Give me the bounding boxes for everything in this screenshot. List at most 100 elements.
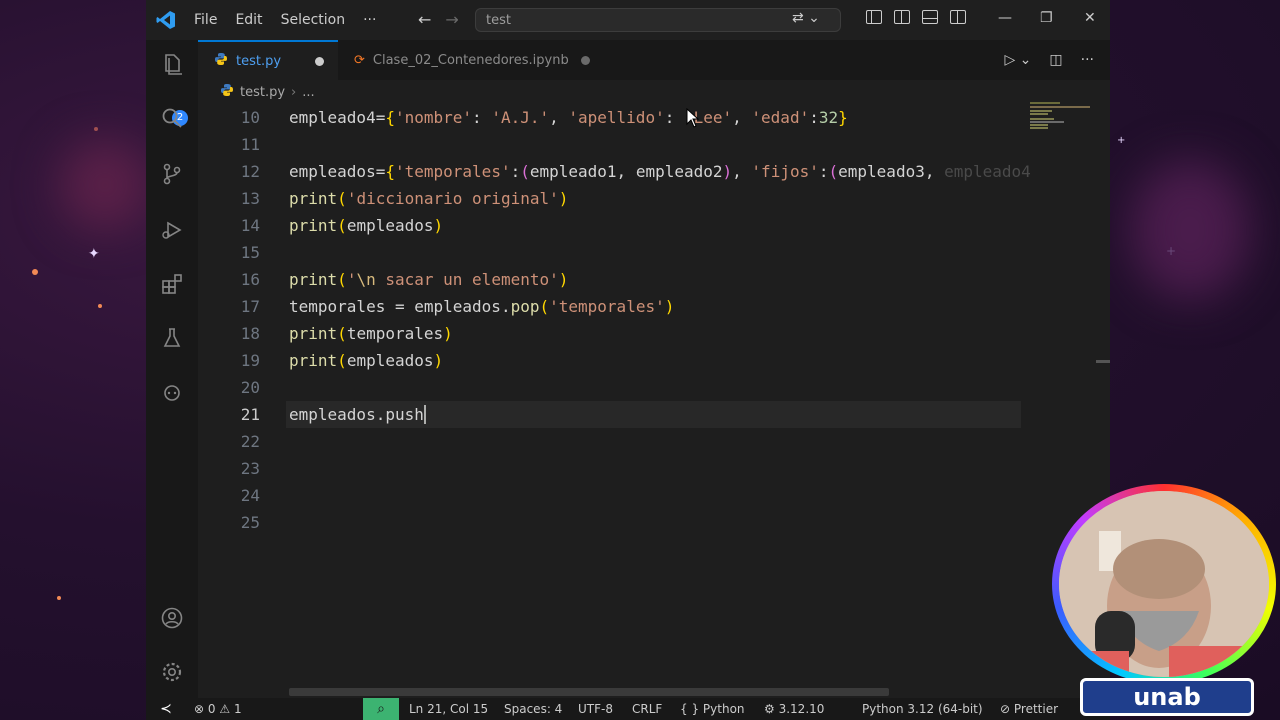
token: empleados [346,216,434,235]
tab-clase-02-notebook[interactable]: ⟳ Clase_02_Contenedores.ipynb [338,40,602,80]
forward-arrow-icon[interactable]: → [445,10,458,29]
vertical-scrollbar[interactable] [1096,360,1110,363]
sparkle: + [1166,244,1177,258]
token: ) [433,351,444,370]
python-file-icon [220,83,234,101]
minimize-button[interactable]: — [998,10,1012,26]
toggle-panel-icon[interactable] [922,10,938,24]
token: print [289,351,338,370]
python-version-selector[interactable]: ⚙ 3.12.10 [764,702,824,716]
token: pop [510,297,540,316]
code-text: print('\n sacar un elemento') [289,270,568,289]
token: print [289,324,338,343]
line-number: 22 [240,432,260,451]
logo-text: unab [1133,683,1201,711]
prettier-status[interactable]: ⊘ Prettier [1000,702,1058,716]
interpreter-selector[interactable]: Python 3.12 (64-bit) [862,702,983,716]
python-env-icon: ⚙ [764,702,775,716]
code-line: 15 [198,239,1078,266]
unsaved-dot-icon[interactable] [580,55,590,65]
menu-selection[interactable]: Selection [281,12,346,28]
token: ' [346,270,357,289]
toggle-secondary-sidebar-icon[interactable] [950,10,966,24]
activity-bar: 2 [146,40,198,698]
code-line: 24 [198,482,1078,509]
settings-gear-icon[interactable] [158,658,186,686]
code-editor[interactable]: 10 empleado4={'nombre': 'A.J.', 'apellid… [198,104,1110,684]
code-text: empleado4={'nombre': 'A.J.', 'apellido':… [289,108,848,127]
menu-file[interactable]: File [194,12,217,28]
remote-indicator-icon[interactable]: ≺ [146,698,186,720]
token: ) [443,324,453,343]
code-text: print('diccionario original') [289,189,568,208]
code-line: 11 [198,131,1078,158]
split-editor-icon[interactable]: ◫ [1049,52,1062,68]
line-number: 20 [240,378,260,397]
token: 'edad' [751,108,810,127]
source-control-icon[interactable] [158,160,186,188]
line-number: 21 [240,405,260,424]
maximize-button[interactable]: ❐ [1040,10,1053,26]
token: , [732,108,752,127]
menu-edit[interactable]: Edit [235,12,262,28]
encoding[interactable]: UTF-8 [578,702,613,716]
language-mode[interactable]: { } Python [680,702,745,716]
token: = [375,162,386,181]
testing-icon[interactable] [158,324,186,352]
token: ( [539,297,550,316]
account-icon[interactable] [158,604,186,632]
line-number: 16 [240,270,260,289]
breadcrumb-file[interactable]: test.py [240,85,285,100]
customize-layout-icon[interactable] [866,10,882,24]
files-icon[interactable] [158,50,186,78]
nav-arrows: ← → [418,10,459,29]
token: temporales [346,324,444,343]
line-ending[interactable]: CRLF [632,702,662,716]
line-number: 11 [240,135,260,154]
star [94,127,98,131]
token: ( [828,162,839,181]
token: , [732,162,752,181]
run-debug-icon[interactable] [158,216,186,244]
run-file-icon[interactable]: ▷ ⌄ [1004,52,1031,68]
toggle-primary-sidebar-icon[interactable] [894,10,910,24]
line-number: 25 [240,513,260,532]
token: empleados.push [289,405,424,424]
horizontal-scrollbar[interactable] [289,688,889,696]
token-overflow: empleado4 [944,162,1031,181]
cursor-position[interactable]: Ln 21, Col 15 [409,702,488,716]
token: empleado3, [838,162,945,181]
indentation[interactable]: Spaces: 4 [504,702,562,716]
zoom-icon[interactable]: ⌕ [363,698,399,720]
token: : [809,108,819,127]
code-line: 22 [198,428,1078,455]
line-number: 17 [240,297,260,316]
close-button[interactable]: ✕ [1084,10,1096,26]
menu-more[interactable]: ··· [363,12,376,28]
search-icon[interactable] [158,104,186,132]
tab-test-py[interactable]: test.py [198,40,338,80]
problems-indicator[interactable]: ⊗ 0 ⚠ 1 [194,702,242,716]
token: 'nombre' [394,108,473,127]
sparkle: + [1117,135,1126,146]
back-arrow-icon[interactable]: ← [418,10,431,29]
code-line: 19 print(empleados) [198,347,1078,374]
copilot-chat-icon[interactable]: ⇄ ⌄ [792,10,820,26]
more-actions-icon[interactable]: ··· [1081,52,1094,68]
copilot-icon[interactable] [158,378,186,406]
breadcrumb-more[interactable]: ... [302,85,314,100]
command-center-search[interactable]: test [475,8,841,32]
presenter-video [1059,491,1269,677]
extensions-icon[interactable] [158,270,186,298]
token: : [818,162,829,181]
star [57,596,61,600]
code-text: print(empleados) [289,351,443,370]
code-line: 20 [198,374,1078,401]
token: ( [337,189,347,208]
line-number: 15 [240,243,260,262]
star [32,269,38,275]
minimap[interactable] [1030,102,1092,142]
code-line: 16 print('\n sacar un elemento') [198,266,1078,293]
unsaved-dot-icon[interactable] [315,56,325,66]
token: = [385,297,415,316]
